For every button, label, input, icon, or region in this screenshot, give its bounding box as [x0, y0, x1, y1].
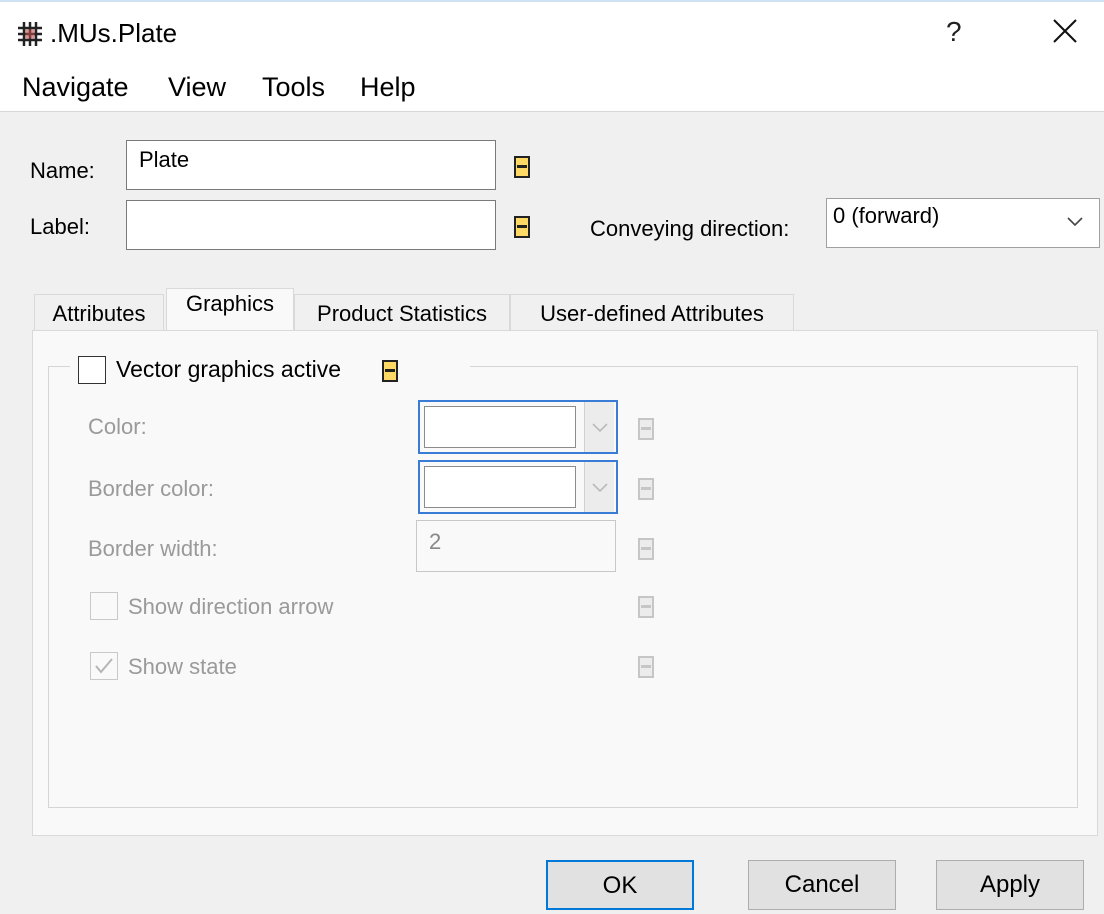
menu-help[interactable]: Help	[360, 72, 416, 103]
show-direction-arrow-label: Show direction arrow	[128, 594, 334, 619]
conveying-direction-value: 0 (forward)	[833, 203, 940, 228]
checkmark-icon	[95, 658, 113, 674]
name-label: Name:	[30, 158, 95, 183]
border-color-select[interactable]	[418, 460, 618, 514]
vector-graphics-label: Vector graphics active	[116, 356, 342, 383]
chevron-down-icon	[592, 423, 608, 433]
menu-view[interactable]: View	[168, 72, 226, 103]
inherit-pin-icon	[638, 538, 654, 560]
inherit-pin-icon	[638, 418, 654, 440]
window-title: .MUs.Plate	[50, 18, 178, 48]
help-button[interactable]: ?	[946, 16, 962, 48]
chevron-down-icon	[592, 483, 608, 493]
title-bar: .MUs.Plate ?	[0, 0, 1104, 64]
color-swatch	[424, 406, 576, 448]
border-width-field[interactable]: 2	[416, 520, 616, 572]
tab-attributes[interactable]: Attributes	[34, 294, 164, 330]
cancel-button[interactable]: Cancel	[748, 860, 896, 910]
show-direction-arrow-checkbox[interactable]	[90, 592, 118, 620]
border-width-label: Border width:	[88, 536, 218, 561]
color-label: Color:	[88, 414, 147, 439]
inherit-pin-icon[interactable]	[382, 360, 398, 382]
show-state-checkbox[interactable]	[90, 652, 118, 680]
name-field[interactable]: Plate	[126, 140, 496, 190]
border-color-label: Border color:	[88, 476, 214, 501]
ok-button[interactable]: OK	[546, 860, 694, 910]
label-field[interactable]	[126, 200, 496, 250]
tab-user-defined-attributes[interactable]: User-defined Attributes	[510, 294, 794, 330]
show-state-label: Show state	[128, 654, 237, 679]
border-color-swatch	[424, 466, 576, 508]
conveying-direction-label: Conveying direction:	[590, 216, 790, 241]
menu-tools[interactable]: Tools	[262, 72, 325, 103]
inherit-pin-icon	[638, 478, 654, 500]
grid-icon	[18, 22, 42, 46]
chevron-down-icon	[1067, 217, 1083, 227]
inherit-pin-icon	[638, 596, 654, 618]
inherit-pin-icon[interactable]	[514, 216, 530, 238]
close-icon[interactable]	[1048, 14, 1082, 48]
label-label: Label:	[30, 214, 90, 239]
inherit-pin-icon[interactable]	[514, 156, 530, 178]
menu-bar: Navigate View Tools Help	[0, 64, 1104, 112]
tab-product-statistics[interactable]: Product Statistics	[294, 294, 510, 330]
vector-graphics-checkbox[interactable]	[78, 356, 106, 384]
color-select[interactable]	[418, 400, 618, 454]
conveying-direction-select[interactable]: 0 (forward)	[826, 198, 1100, 248]
inherit-pin-icon	[638, 656, 654, 678]
apply-button[interactable]: Apply	[936, 860, 1084, 910]
menu-navigate[interactable]: Navigate	[22, 72, 129, 103]
tab-graphics[interactable]: Graphics	[166, 288, 294, 330]
